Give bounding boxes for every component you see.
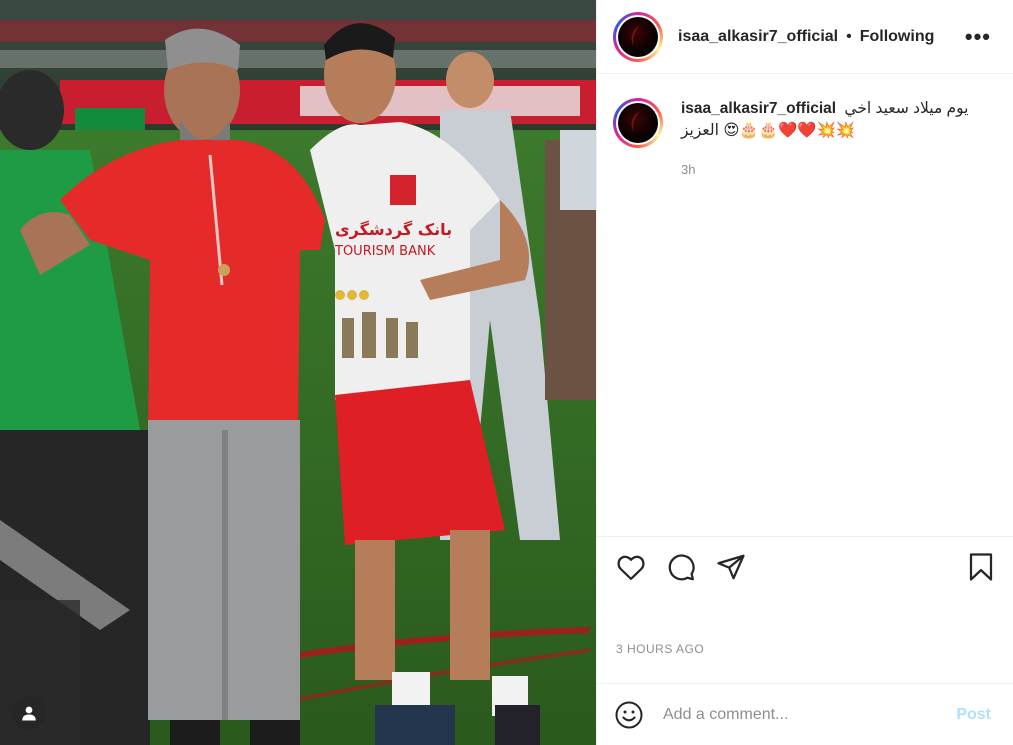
bookmark-icon (969, 553, 993, 581)
comments-area: isaa_alkasir7_official يوم ميلاد سعيد اخ… (597, 74, 1013, 536)
caption-avatar[interactable] (613, 98, 663, 148)
post-side-panel: isaa_alkasir7_official • Following ••• i… (596, 0, 1013, 745)
share-button[interactable] (715, 551, 747, 583)
post-header: isaa_alkasir7_official • Following ••• (597, 0, 1013, 74)
heart-icon (617, 555, 645, 580)
comment-button[interactable] (665, 551, 697, 583)
comment-input[interactable] (663, 705, 957, 724)
post-comment-button[interactable]: Post (956, 706, 991, 724)
post-photo-illustration: TOURISM BANK بانک گردشگری (0, 0, 596, 745)
following-button[interactable]: Following (860, 28, 935, 46)
jersey-sponsor-arabic: بانک گردشگری (335, 220, 452, 239)
author-username[interactable]: isaa_alkasir7_official (678, 28, 838, 46)
comment-bubble-icon (668, 554, 695, 581)
header-separator: • (846, 27, 852, 45)
user-tag-icon (22, 706, 36, 721)
tagged-users-button[interactable] (12, 696, 46, 730)
caption-text: isaa_alkasir7_official يوم ميلاد سعيد اخ… (681, 98, 991, 142)
caption: isaa_alkasir7_official يوم ميلاد سعيد اخ… (613, 98, 997, 177)
post-timestamp[interactable]: 3 HOURS AGO (597, 602, 1013, 684)
post-photo[interactable]: TOURISM BANK بانک گردشگری (0, 0, 596, 745)
save-button[interactable] (965, 551, 997, 583)
more-options-icon[interactable]: ••• (965, 25, 991, 48)
comment-composer: Post (597, 683, 1013, 745)
svg-text:TOURISM BANK: TOURISM BANK (334, 244, 436, 259)
caption-emojis: 😍🎂🎂❤️❤️💥💥 (723, 122, 856, 139)
emoji-picker-button[interactable] (613, 699, 645, 731)
like-button[interactable] (615, 551, 647, 583)
author-avatar[interactable] (613, 11, 663, 62)
paper-plane-icon (717, 554, 745, 580)
smiley-icon (615, 701, 643, 728)
caption-username[interactable]: isaa_alkasir7_official (681, 100, 836, 117)
action-bar (597, 536, 1013, 602)
caption-time[interactable]: 3h (681, 162, 991, 177)
